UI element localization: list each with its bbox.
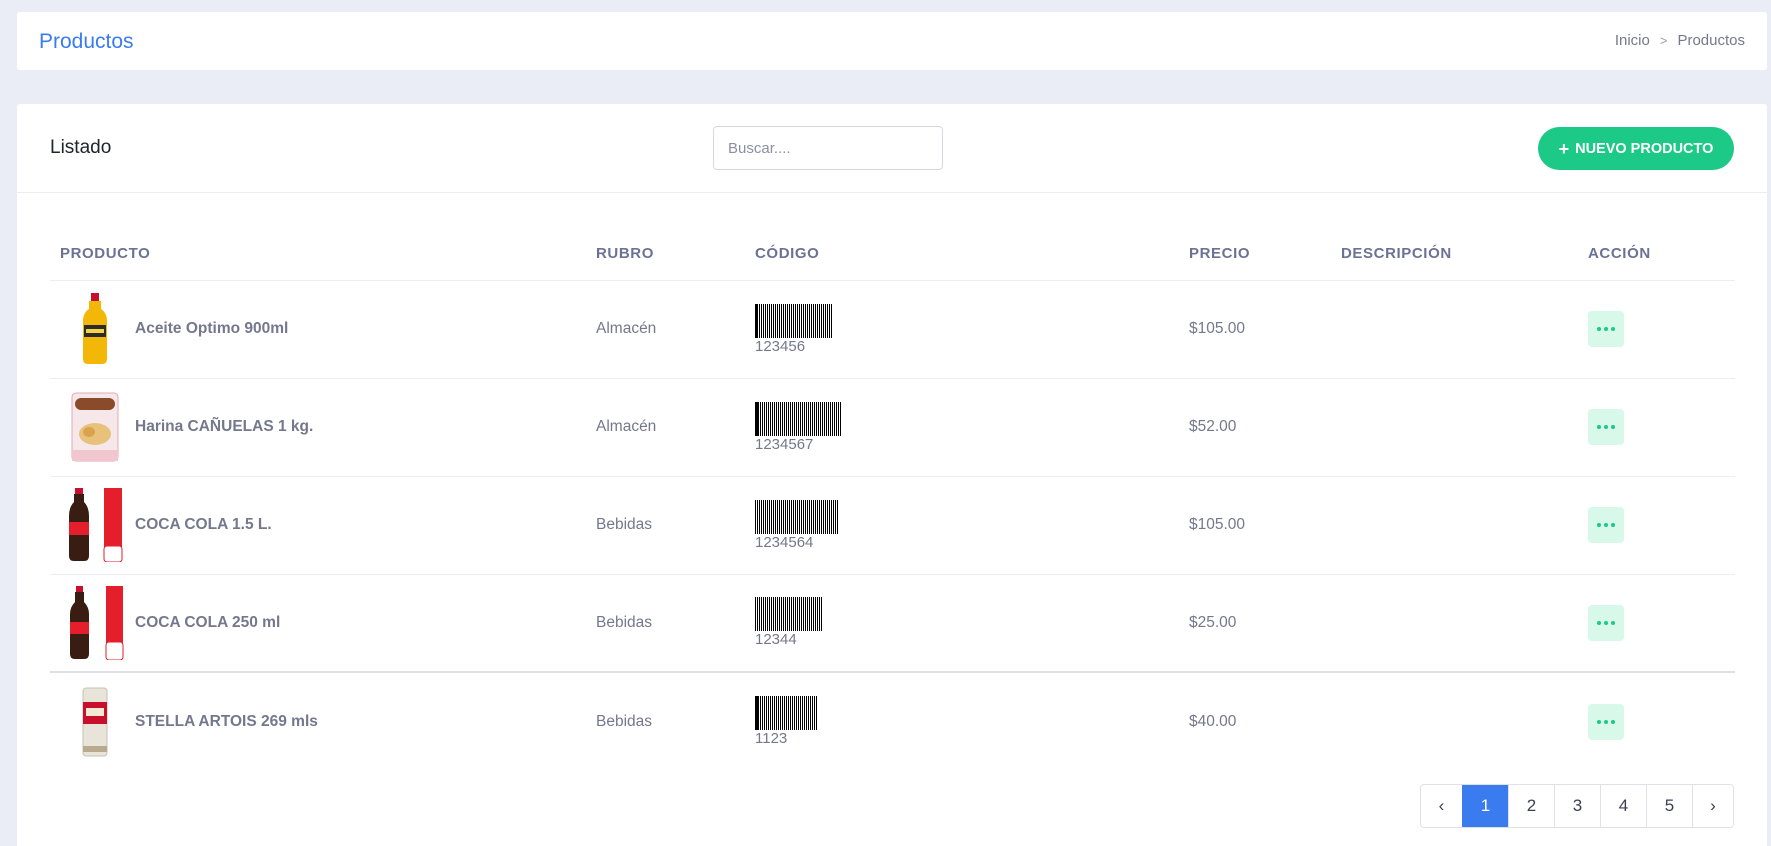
page-title: Productos: [39, 30, 134, 53]
barcode-bars: [755, 401, 1179, 436]
accion-cell: [1578, 280, 1735, 379]
product-image: [65, 291, 125, 367]
rubro-cell: Bebidas: [586, 671, 745, 770]
breadcrumb: Inicio > Productos: [1615, 32, 1745, 49]
precio-cell: $105.00: [1179, 280, 1331, 379]
product-cell: Harina CAÑUELAS 1 kg.: [50, 378, 586, 477]
pagination-next-button[interactable]: ›: [1692, 785, 1733, 827]
codigo-cell: 1234564: [745, 476, 1179, 575]
rubro-cell: Bebidas: [586, 476, 745, 575]
table-row: Aceite Optimo 900ml Almacén 123456 $105.…: [50, 280, 1735, 379]
descripcion-cell: [1331, 574, 1578, 673]
precio-cell: $105.00: [1179, 476, 1331, 575]
rubro-cell: Almacén: [586, 280, 745, 379]
product-name: COCA COLA 250 ml: [135, 613, 281, 631]
product-name: STELLA ARTOIS 269 mls: [135, 712, 318, 730]
breadcrumb-item-productos: Productos: [1677, 32, 1745, 49]
products-card: Listado + NUEVO PRODUCTO PRODUCTO RUBRO …: [17, 104, 1767, 846]
column-header-rubro[interactable]: RUBRO: [586, 227, 745, 281]
codigo-cell: 123456: [745, 280, 1179, 379]
row-actions-button[interactable]: [1588, 703, 1624, 740]
product-image: [65, 585, 125, 661]
page-header: Productos Inicio > Productos: [17, 12, 1767, 70]
precio-cell: $52.00: [1179, 378, 1331, 477]
plus-icon: +: [1558, 138, 1570, 159]
product-name: Aceite Optimo 900ml: [135, 320, 289, 337]
breadcrumb-item-inicio[interactable]: Inicio: [1615, 32, 1650, 49]
barcode: 123456: [755, 303, 1179, 355]
new-product-label: NUEVO PRODUCTO: [1575, 140, 1714, 157]
row-actions-button[interactable]: [1588, 507, 1624, 543]
more-dots-icon: [1597, 523, 1601, 527]
more-dots-icon: [1597, 327, 1601, 331]
column-header-codigo[interactable]: CÓDIGO: [745, 227, 1179, 281]
barcode-number: 12344: [755, 631, 797, 649]
table-row: Harina CAÑUELAS 1 kg. Almacén 1234567 $5…: [50, 378, 1735, 477]
descripcion-cell: [1331, 671, 1578, 770]
barcode-number: 1123: [755, 730, 788, 747]
table-row: COCA COLA 1.5 L. Bebidas 1234564 $105.00: [50, 476, 1735, 575]
rubro-cell: Bebidas: [586, 574, 745, 673]
pagination-page-2[interactable]: 2: [1508, 785, 1554, 827]
row-actions-button[interactable]: [1588, 409, 1624, 445]
barcode-bars: [755, 597, 1179, 632]
table-row: STELLA ARTOIS 269 mls Bebidas 1123 $40.0…: [50, 671, 1735, 770]
new-product-button[interactable]: + NUEVO PRODUCTO: [1538, 127, 1734, 170]
codigo-cell: 12344: [745, 574, 1179, 673]
more-dots-icon: [1597, 719, 1601, 724]
more-dots-icon: [1597, 620, 1601, 625]
barcode-bars: [755, 499, 1179, 534]
product-image: [65, 684, 125, 760]
more-dots-icon: [1597, 425, 1601, 429]
barcode-bars: [755, 303, 1179, 338]
accion-cell: [1578, 378, 1735, 477]
descripcion-cell: [1331, 280, 1578, 379]
product-cell: STELLA ARTOIS 269 mls: [50, 671, 586, 770]
column-header-descripcion[interactable]: DESCRIPCIÓN: [1331, 227, 1578, 281]
product-cell: COCA COLA 250 ml: [50, 574, 586, 673]
product-image: [65, 487, 125, 563]
row-actions-button[interactable]: [1588, 604, 1624, 641]
pagination-page-3[interactable]: 3: [1554, 785, 1600, 827]
pagination-page-4[interactable]: 4: [1600, 785, 1646, 827]
barcode: 1123: [755, 696, 1179, 747]
accion-cell: [1578, 671, 1735, 770]
codigo-cell: 1234567: [745, 378, 1179, 477]
rubro-cell: Almacén: [586, 378, 745, 477]
barcode: 1234564: [755, 499, 1179, 551]
barcode-number: 123456: [755, 337, 806, 355]
products-table: PRODUCTO RUBRO CÓDIGO PRECIO DESCRIPCIÓN…: [50, 227, 1735, 770]
descripcion-cell: [1331, 476, 1578, 575]
row-actions-button[interactable]: [1588, 311, 1624, 347]
product-cell: COCA COLA 1.5 L.: [50, 476, 586, 575]
precio-cell: $40.00: [1179, 671, 1331, 770]
card-title: Listado: [50, 137, 112, 158]
card-header: Listado + NUEVO PRODUCTO: [17, 104, 1767, 193]
pagination-page-1[interactable]: 1: [1462, 785, 1508, 827]
product-name: COCA COLA 1.5 L.: [135, 516, 272, 533]
product-image: [65, 389, 125, 465]
column-header-precio[interactable]: PRECIO: [1179, 227, 1331, 281]
accion-cell: [1578, 476, 1735, 575]
barcode: 12344: [755, 597, 1179, 648]
table-header-row: PRODUCTO RUBRO CÓDIGO PRECIO DESCRIPCIÓN…: [50, 227, 1735, 281]
descripcion-cell: [1331, 378, 1578, 477]
pagination-prev-button[interactable]: ‹: [1421, 785, 1462, 827]
codigo-cell: 1123: [745, 671, 1179, 770]
barcode-number: 1234567: [755, 435, 814, 453]
precio-cell: $25.00: [1179, 574, 1331, 673]
product-name: Harina CAÑUELAS 1 kg.: [135, 418, 314, 435]
barcode-number: 1234564: [755, 533, 814, 551]
chevron-right-icon: >: [1659, 33, 1668, 48]
accion-cell: [1578, 574, 1735, 673]
barcode-bars: [755, 696, 1179, 730]
barcode: 1234567: [755, 401, 1179, 453]
column-header-producto[interactable]: PRODUCTO: [50, 227, 586, 281]
pagination: ‹ 1 2 3 4 5 ›: [1420, 784, 1734, 828]
pagination-page-5[interactable]: 5: [1646, 785, 1692, 827]
product-cell: Aceite Optimo 900ml: [50, 280, 586, 379]
column-header-accion: ACCIÓN: [1578, 227, 1735, 281]
search-input[interactable]: [713, 126, 943, 170]
table-row: COCA COLA 250 ml Bebidas 12344 $25.00: [50, 574, 1735, 673]
